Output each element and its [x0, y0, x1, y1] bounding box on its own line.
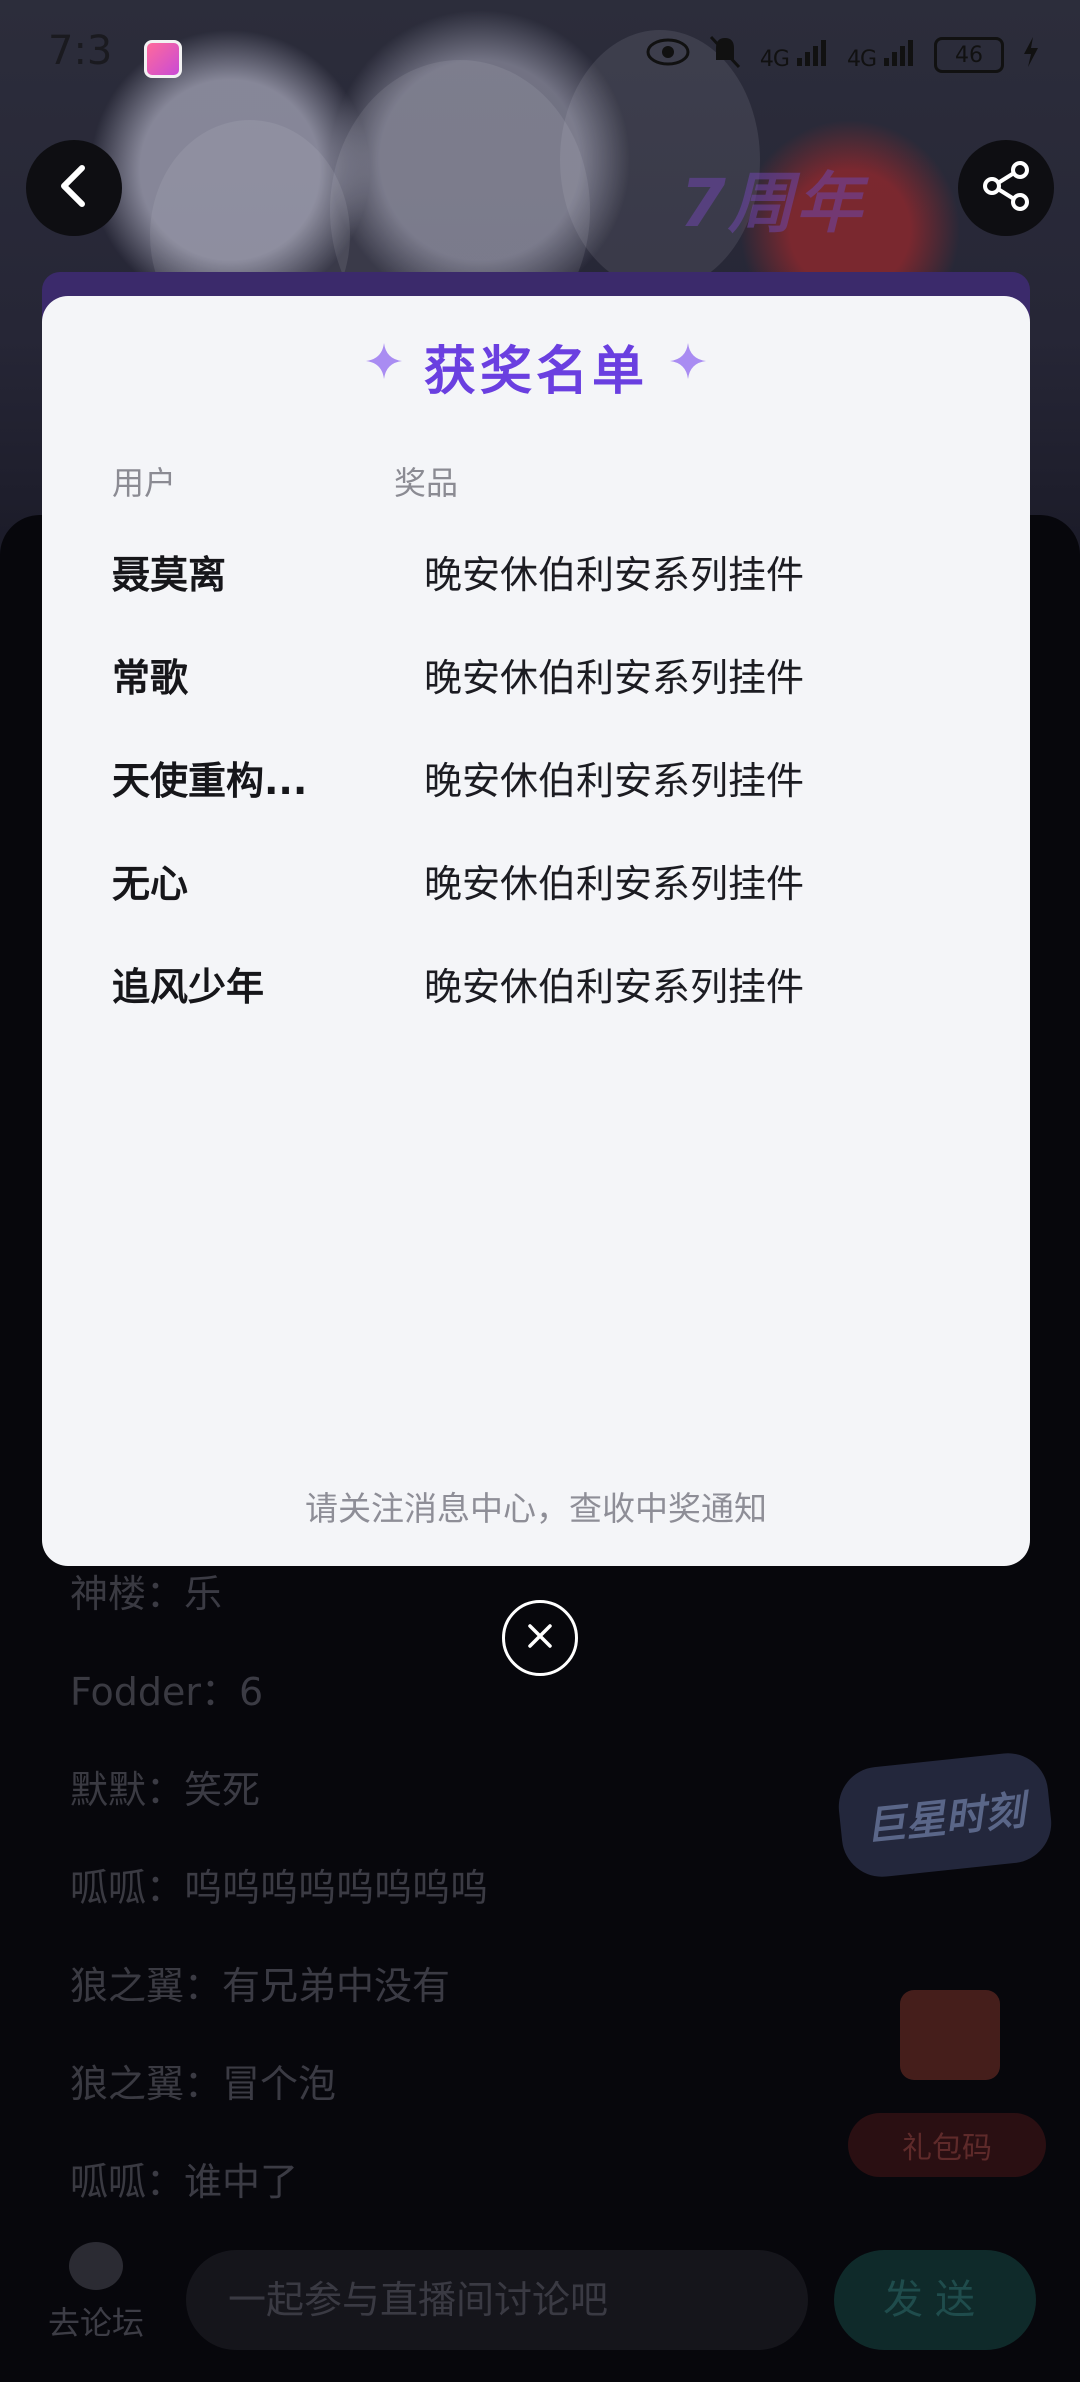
- close-icon: [524, 1620, 556, 1656]
- winner-prize: 晚安休伯利安系列挂件: [424, 862, 805, 906]
- winner-list-modal: 获奖名单 用户 奖品 聂莫离 晚安休伯利安系列挂件 常歌 晚安休伯利安系列挂件 …: [42, 296, 1030, 1566]
- go-to-forum-button[interactable]: 去论坛: [36, 2242, 156, 2362]
- winner-row: 无心 晚安休伯利安系列挂件: [112, 831, 992, 934]
- column-header-prize: 奖品: [394, 464, 459, 502]
- winner-name: 追风少年: [112, 965, 265, 1009]
- chat-message: Fodder：6: [70, 1670, 264, 1714]
- share-button[interactable]: [958, 140, 1054, 236]
- status-time: 7:3: [48, 28, 113, 74]
- chat-input[interactable]: 一起参与直播间讨论吧: [186, 2250, 808, 2350]
- winner-prize: 晚安休伯利安系列挂件: [424, 759, 805, 803]
- chat-bubble-icon: [69, 2242, 123, 2290]
- app-notification-icon: [144, 40, 182, 78]
- winner-prize: 晚安休伯利安系列挂件: [424, 553, 805, 597]
- modal-header: 获奖名单: [42, 334, 1030, 402]
- chat-message-list: 神楼：乐 Fodder：6 默默：笑死 呱呱：呜呜呜呜呜呜呜呜 狼之翼：有兄弟中…: [70, 1545, 830, 2231]
- back-button[interactable]: [26, 140, 122, 236]
- column-header-user: 用户: [112, 464, 177, 502]
- winner-row: 聂莫离 晚安休伯利安系列挂件: [112, 522, 992, 625]
- chat-message: 狼之翼：有兄弟中没有: [70, 1964, 451, 2008]
- column-headers: 用户 奖品: [112, 458, 972, 508]
- status-icons: 4G 4G 46: [646, 30, 1040, 80]
- sparkle-icon: [670, 343, 706, 389]
- winner-name: 天使重构...: [112, 759, 308, 803]
- chat-message: 呱呱：呜呜呜呜呜呜呜呜: [70, 1866, 489, 1910]
- signal-1-icon: 4G: [760, 38, 829, 72]
- winner-row: 常歌 晚安休伯利安系列挂件: [112, 625, 992, 728]
- superstar-moment-badge[interactable]: 巨星时刻: [834, 1749, 1056, 1881]
- winner-list: 聂莫离 晚安休伯利安系列挂件 常歌 晚安休伯利安系列挂件 天使重构... 晚安休…: [112, 522, 992, 1037]
- winner-name: 聂莫离: [112, 553, 227, 597]
- modal-footer-note: 请关注消息中心，查收中奖通知: [305, 1489, 767, 1528]
- charging-icon: [1022, 36, 1040, 74]
- forum-label: 去论坛: [47, 2304, 144, 2342]
- chat-message: 默默：笑死: [70, 1768, 261, 1812]
- share-icon: [978, 158, 1034, 218]
- winner-row: 天使重构... 晚安休伯利安系列挂件: [112, 728, 992, 831]
- gift-box-icon[interactable]: [900, 1990, 1000, 2080]
- modal-title: 获奖名单: [423, 341, 648, 402]
- status-bar: 7:3 4G 4G 46: [0, 0, 1080, 110]
- winner-name: 常歌: [112, 656, 189, 700]
- battery-icon: 46: [934, 37, 1004, 73]
- winner-name: 无心: [112, 862, 189, 906]
- winner-prize: 晚安休伯利安系列挂件: [424, 656, 805, 700]
- signal-2-icon: 4G: [847, 38, 916, 72]
- close-modal-button[interactable]: [502, 1600, 578, 1676]
- eye-icon: [646, 37, 690, 74]
- mute-icon: [708, 34, 742, 77]
- chat-message: 狼之翼：冒个泡: [70, 2062, 337, 2106]
- send-button[interactable]: 发送: [834, 2250, 1036, 2350]
- sparkle-icon: [365, 343, 402, 389]
- gift-code-button[interactable]: 礼包码: [848, 2113, 1046, 2177]
- winner-prize: 晚安休伯利安系列挂件: [424, 965, 805, 1009]
- chevron-left-icon: [54, 162, 94, 214]
- chat-message: 呱呱：谁中了: [70, 2160, 299, 2204]
- winner-row: 追风少年 晚安休伯利安系列挂件: [112, 934, 992, 1037]
- bottom-bar: 去论坛 一起参与直播间讨论吧 发送: [0, 2220, 1080, 2382]
- event-poster-title: 7周年: [680, 165, 864, 242]
